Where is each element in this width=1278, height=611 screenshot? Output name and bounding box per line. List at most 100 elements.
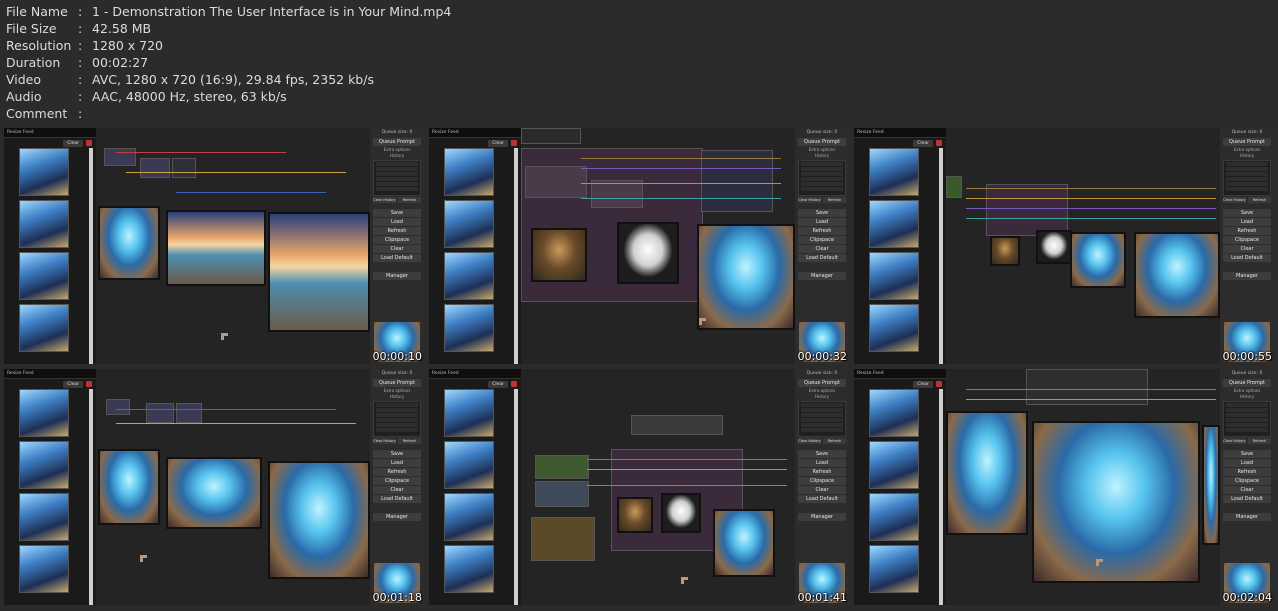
history-row[interactable] (801, 428, 843, 432)
clear-history-button[interactable]: Clear History (373, 438, 396, 444)
history-row[interactable] (1226, 428, 1268, 432)
history-row[interactable] (376, 162, 418, 166)
feed-clear-button[interactable]: Clear (488, 139, 508, 147)
panel-button[interactable]: Clear (373, 245, 421, 253)
panel-button[interactable]: Save (1223, 450, 1271, 458)
feed-clear-button[interactable]: Clear (488, 380, 508, 388)
history-row[interactable] (376, 428, 418, 432)
feed-image[interactable] (19, 389, 69, 437)
close-icon[interactable] (936, 140, 942, 146)
feed-image[interactable] (19, 200, 69, 248)
feed-image[interactable] (19, 304, 69, 352)
panel-button[interactable]: Load Default (798, 254, 846, 262)
refresh-history-button[interactable]: Refresh (398, 197, 421, 203)
feed-scrollbar[interactable] (514, 389, 518, 605)
history-row[interactable] (1226, 182, 1268, 186)
feed-image[interactable] (869, 389, 919, 437)
panel-button[interactable]: Clipspace (798, 477, 846, 485)
history-row[interactable] (1226, 177, 1268, 181)
history-row[interactable] (1226, 408, 1268, 412)
history-row[interactable] (801, 187, 843, 191)
history-row[interactable] (801, 182, 843, 186)
panel-button[interactable]: Clear (798, 245, 846, 253)
node-canvas[interactable] (521, 369, 795, 605)
panel-button[interactable]: Clear (798, 486, 846, 494)
clear-history-button[interactable]: Clear History (798, 197, 821, 203)
history-row[interactable] (1226, 403, 1268, 407)
history-row[interactable] (1226, 167, 1268, 171)
feed-clear-button[interactable]: Clear (63, 380, 83, 388)
feed-image[interactable] (444, 545, 494, 593)
feed-image[interactable] (19, 252, 69, 300)
queue-prompt-button[interactable]: Queue Prompt (1223, 379, 1271, 387)
history-row[interactable] (376, 418, 418, 422)
history-row[interactable] (801, 403, 843, 407)
feed-clear-button[interactable]: Clear (63, 139, 83, 147)
history-row[interactable] (1226, 423, 1268, 427)
refresh-history-button[interactable]: Refresh (1248, 197, 1271, 203)
manager-button[interactable]: Manager (798, 272, 846, 280)
history-row[interactable] (801, 418, 843, 422)
panel-button[interactable]: Load Default (1223, 254, 1271, 262)
history-row[interactable] (376, 423, 418, 427)
feed-image[interactable] (444, 493, 494, 541)
feed-clear-button[interactable]: Clear (913, 139, 933, 147)
panel-button[interactable]: Load Default (373, 495, 421, 503)
refresh-history-button[interactable]: Refresh (398, 438, 421, 444)
panel-button[interactable]: Load (798, 459, 846, 467)
manager-button[interactable]: Manager (373, 513, 421, 521)
history-row[interactable] (1226, 413, 1268, 417)
history-row[interactable] (1226, 418, 1268, 422)
feed-image[interactable] (444, 148, 494, 196)
history-row[interactable] (1226, 162, 1268, 166)
refresh-history-button[interactable]: Refresh (823, 438, 846, 444)
history-row[interactable] (801, 162, 843, 166)
panel-button[interactable]: Clipspace (1223, 477, 1271, 485)
manager-button[interactable]: Manager (1223, 513, 1271, 521)
panel-button[interactable]: Clear (1223, 486, 1271, 494)
clear-history-button[interactable]: Clear History (1223, 197, 1246, 203)
refresh-history-button[interactable]: Refresh (1248, 438, 1271, 444)
feed-image[interactable] (444, 304, 494, 352)
clear-history-button[interactable]: Clear History (798, 438, 821, 444)
panel-button[interactable]: Clipspace (1223, 236, 1271, 244)
feed-image[interactable] (19, 545, 69, 593)
panel-button[interactable]: Clipspace (798, 236, 846, 244)
feed-clear-button[interactable]: Clear (913, 380, 933, 388)
history-row[interactable] (376, 167, 418, 171)
history-row[interactable] (376, 413, 418, 417)
feed-image[interactable] (444, 389, 494, 437)
panel-button[interactable]: Refresh (798, 227, 846, 235)
panel-button[interactable]: Clear (373, 486, 421, 494)
feed-image[interactable] (869, 493, 919, 541)
feed-image[interactable] (444, 252, 494, 300)
close-icon[interactable] (86, 381, 92, 387)
panel-button[interactable]: Load Default (373, 254, 421, 262)
history-row[interactable] (376, 177, 418, 181)
panel-button[interactable]: Save (798, 450, 846, 458)
history-row[interactable] (1226, 172, 1268, 176)
history-row[interactable] (801, 172, 843, 176)
queue-prompt-button[interactable]: Queue Prompt (373, 379, 421, 387)
feed-image[interactable] (19, 441, 69, 489)
history-row[interactable] (376, 172, 418, 176)
manager-button[interactable]: Manager (373, 272, 421, 280)
panel-button[interactable]: Refresh (798, 468, 846, 476)
history-row[interactable] (801, 408, 843, 412)
panel-button[interactable]: Save (373, 209, 421, 217)
feed-image[interactable] (19, 493, 69, 541)
feed-image[interactable] (444, 200, 494, 248)
node-canvas[interactable] (521, 128, 795, 364)
panel-button[interactable]: Load (798, 218, 846, 226)
feed-image[interactable] (869, 200, 919, 248)
manager-button[interactable]: Manager (1223, 272, 1271, 280)
panel-button[interactable]: Refresh (373, 468, 421, 476)
feed-image[interactable] (869, 148, 919, 196)
panel-button[interactable]: Load (1223, 459, 1271, 467)
clear-history-button[interactable]: Clear History (373, 197, 396, 203)
queue-prompt-button[interactable]: Queue Prompt (798, 138, 846, 146)
close-icon[interactable] (511, 381, 517, 387)
feed-scrollbar[interactable] (89, 389, 93, 605)
feed-scrollbar[interactable] (89, 148, 93, 364)
panel-button[interactable]: Clipspace (373, 236, 421, 244)
